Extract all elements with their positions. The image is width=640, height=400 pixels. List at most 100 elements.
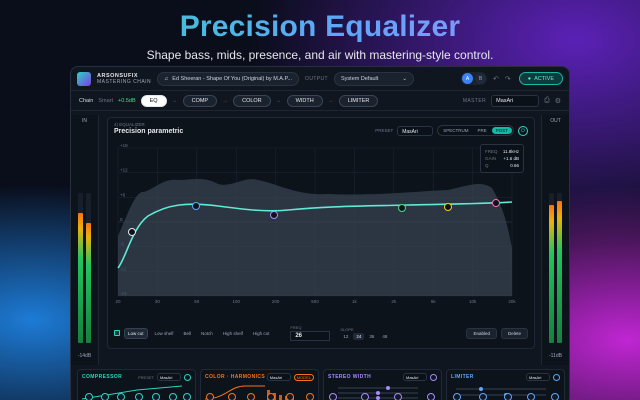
eq-power-icon[interactable]: ⏻	[518, 125, 528, 136]
spectrum-post[interactable]: POST	[491, 127, 512, 134]
eq-node-1[interactable]	[128, 228, 136, 236]
filter-bell[interactable]: Bell	[181, 329, 195, 338]
knob-dial[interactable]	[152, 393, 161, 400]
power-icon[interactable]	[430, 373, 437, 381]
eq-node-3[interactable]	[270, 211, 278, 219]
knob-dial[interactable]	[328, 393, 337, 400]
filter-low-cut[interactable]: Low cut	[124, 327, 148, 339]
color-preset[interactable]: MasAri	[266, 373, 291, 381]
eq-graph[interactable]: +18+12+60-6-12-182030501002005001k2k5k10…	[108, 118, 536, 350]
brand-sub: MASTERING CHAIN	[97, 78, 152, 85]
knob-dial[interactable]	[503, 393, 512, 400]
eq-node-2[interactable]	[192, 202, 200, 210]
knob-dial[interactable]	[266, 393, 275, 400]
arrow-icon: →	[327, 97, 334, 104]
knob-dial[interactable]	[478, 393, 487, 400]
knob-dial[interactable]	[527, 393, 536, 400]
knob-dial[interactable]	[394, 393, 403, 400]
eq-node-4[interactable]	[398, 204, 406, 212]
knob-dial[interactable]	[134, 393, 143, 400]
module-eq[interactable]: EQ	[140, 94, 167, 107]
knob-row: -1.0 dB -0.3 dB 1.3 ms 40ms 1.3 dB	[451, 393, 560, 400]
settings-icon[interactable]: ⚙	[555, 97, 561, 105]
filter-notch[interactable]: Notch	[198, 329, 216, 338]
slope-36[interactable]: 36	[366, 333, 377, 340]
knob[interactable]: 0.00 dB	[391, 393, 404, 400]
knob[interactable]: -24.5 dB	[82, 393, 96, 400]
ab-b-button[interactable]: B	[475, 73, 487, 84]
knob[interactable]: 33%	[305, 393, 314, 400]
knob[interactable]: 1.3 dB	[549, 393, 560, 400]
chain-label: Chain	[79, 97, 94, 104]
knob[interactable]: -0.3 dB	[476, 393, 488, 400]
knob[interactable]: 1.3 ms	[502, 393, 513, 400]
knob[interactable]: 12%	[227, 393, 236, 400]
knob[interactable]: -1.0 dB	[451, 393, 463, 400]
enabled-button[interactable]: Enabled	[466, 327, 497, 339]
model-button[interactable]: MODEL	[293, 373, 314, 381]
ab-toggle[interactable]: AB	[461, 72, 488, 85]
filter-low-shelf[interactable]: Low shelf	[152, 329, 177, 338]
freq-input[interactable]: 26	[290, 331, 331, 341]
color-panel: COLOR · HARMONICS MasAriMODEL 4.0 dB 12% 8…	[200, 369, 319, 400]
knob-dial[interactable]	[360, 393, 369, 400]
save-icon[interactable]: ⎙	[544, 97, 550, 105]
module-limiter[interactable]: LIMITER	[338, 94, 379, 107]
knob[interactable]: 32%	[286, 393, 295, 400]
knob[interactable]: 20.0 dB	[115, 393, 128, 400]
master-input[interactable]: MasAri	[491, 94, 540, 107]
knob[interactable]: 122%	[328, 393, 338, 400]
knob-dial[interactable]	[550, 393, 559, 400]
knob[interactable]: 4.0 dB	[205, 393, 216, 400]
power-icon[interactable]	[553, 373, 560, 381]
track-selector[interactable]: ♫ Ed Sheeran - Shape Of You (Original) by…	[157, 71, 300, 86]
width-preset[interactable]: MasAri	[403, 373, 427, 381]
knob-dial[interactable]	[305, 393, 314, 400]
compressor-preset[interactable]: MasAri	[157, 373, 181, 381]
knob-dial[interactable]	[247, 393, 256, 400]
filter-high-cut[interactable]: High cut	[250, 329, 273, 338]
color-title: COLOR · HARMONICS	[205, 374, 266, 380]
limiter-preset[interactable]: MasAri	[526, 373, 550, 381]
eq-node-6[interactable]	[492, 199, 500, 207]
slope-12[interactable]: 12	[340, 333, 351, 340]
knob-dial[interactable]	[182, 393, 191, 400]
knob[interactable]: 0.9 dB	[167, 393, 178, 400]
redo-icon[interactable]: ↷	[505, 75, 511, 83]
knob[interactable]: 0.026 s	[132, 393, 144, 400]
eq-node-5[interactable]	[444, 203, 452, 211]
knob[interactable]: 94%	[182, 393, 191, 400]
knob-dial[interactable]	[427, 393, 436, 400]
knob-dial[interactable]	[168, 393, 177, 400]
knob[interactable]: 0.0 dB	[426, 393, 437, 400]
ab-a-button[interactable]: A	[462, 73, 474, 84]
knob[interactable]: 8%	[247, 393, 256, 400]
module-comp[interactable]: COMP	[182, 94, 218, 107]
module-color[interactable]: COLOR	[233, 94, 271, 107]
filter-high-shelf[interactable]: High shelf	[220, 329, 246, 338]
knob-dial[interactable]	[286, 393, 295, 400]
undo-icon[interactable]: ↶	[493, 75, 499, 83]
power-icon[interactable]	[184, 373, 191, 381]
knob-dial[interactable]	[117, 393, 126, 400]
knob-dial[interactable]	[227, 393, 236, 400]
knob-dial[interactable]	[101, 393, 110, 400]
spectrum-pre[interactable]: PRE	[473, 127, 490, 134]
knob-dial[interactable]	[85, 393, 94, 400]
knob[interactable]: 62%	[266, 393, 275, 400]
knob-dial[interactable]	[206, 393, 215, 400]
spectrum-toggle[interactable]: SPECTRUM PRE POST	[437, 125, 514, 136]
knob[interactable]: 0.180 s	[150, 393, 162, 400]
knob[interactable]: 1.8:1	[101, 393, 110, 400]
module-width[interactable]: WIDTH	[286, 94, 323, 107]
knob[interactable]: 40ms	[527, 393, 536, 400]
slope-24[interactable]: 24	[353, 332, 365, 340]
knob-dial[interactable]	[453, 393, 462, 400]
active-button[interactable]: ● ACTIVE	[518, 72, 563, 85]
knob[interactable]: +0.0%	[359, 393, 370, 400]
eq-preset-select[interactable]: MasAri	[397, 125, 434, 136]
delete-button[interactable]: Delete	[500, 327, 528, 339]
slope-48[interactable]: 48	[379, 333, 390, 340]
slope-field: SLOPE 12 24 36 48	[340, 327, 390, 340]
output-select[interactable]: System Default ⌄	[334, 71, 415, 86]
